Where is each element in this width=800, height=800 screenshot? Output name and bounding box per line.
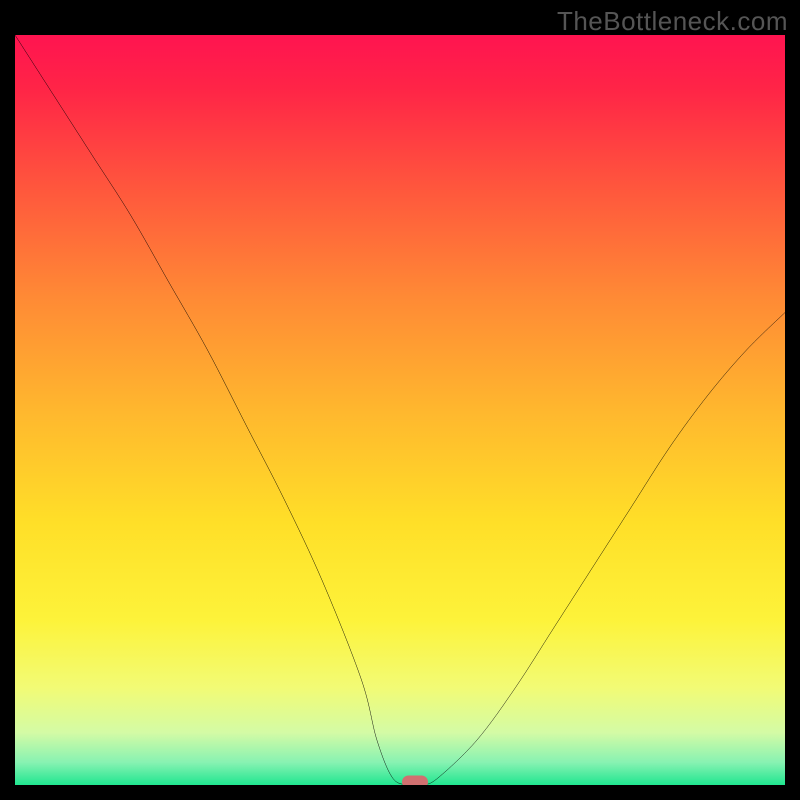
- bottleneck-curve: [15, 35, 785, 785]
- optimum-marker: [402, 776, 428, 786]
- plot-area: [15, 35, 785, 785]
- watermark-text: TheBottleneck.com: [557, 6, 788, 37]
- chart-frame: TheBottleneck.com: [0, 0, 800, 800]
